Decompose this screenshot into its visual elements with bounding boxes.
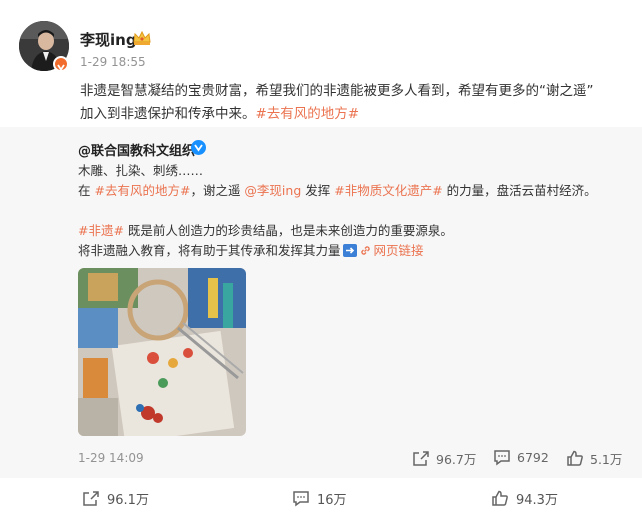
repost-line3-text: 既是前人创造力的珍贵结晶，也是未来创造力的重要源泉。	[123, 223, 453, 238]
repost-comment-value: 6792	[517, 450, 549, 465]
repost-share-value: 96.7万	[436, 452, 477, 467]
share-icon	[412, 450, 430, 467]
mention-link[interactable]: @李现ing	[244, 183, 301, 198]
repost-like-value: 5.1万	[590, 452, 623, 467]
share-button[interactable]: 96.1万	[82, 489, 149, 508]
hashtag-link[interactable]: #非物质文化遗产#	[334, 183, 442, 198]
like-icon	[566, 450, 584, 467]
web-link[interactable]: 网页链接	[360, 243, 424, 258]
repost-line4: 将非遗融入教育，将有助于其传承和发挥其力量 网页链接	[78, 240, 424, 260]
verified-badge-icon	[53, 56, 69, 72]
hashtag-link[interactable]: #非遗#	[78, 223, 124, 238]
vip-crown-icon	[132, 30, 152, 46]
repost-line2-d: 的力量，盘活云苗村经济。	[442, 183, 597, 198]
repost-time[interactable]: 1-29 14:09	[78, 451, 144, 465]
comment-icon	[493, 449, 511, 466]
post-text-line1: 非遗是智慧凝结的宝贵财富，希望我们的非遗能被更多人看到，希望有更多的“谢之遥”	[80, 83, 594, 99]
like-count: 94.3万	[516, 493, 558, 508]
repost-photo[interactable]	[78, 268, 246, 436]
author-name[interactable]: 李现ing	[80, 29, 137, 50]
weibo-post-card: 李现ing 1-29 18:55 非遗是智慧凝结的宝贵财富，希望我们的非遗能被更…	[0, 0, 642, 522]
hashtag-link[interactable]: #去有风的地方#	[94, 183, 190, 198]
repost-share-count[interactable]: 96.7万	[412, 449, 476, 468]
comment-count: 16万	[317, 493, 347, 508]
repost-like-count[interactable]: 5.1万	[566, 449, 622, 468]
post-text: 非遗是智慧凝结的宝贵财富，希望我们的非遗能被更多人看到，希望有更多的“谢之遥” …	[80, 80, 628, 126]
comment-icon	[292, 490, 310, 507]
post-text-line2: 加入到非遗保护和传承中来。#去有风的地方#	[80, 103, 628, 126]
link-icon	[360, 244, 371, 259]
repost-line2: 在 #去有风的地方#，谢之遥 @李现ing 发挥 #非物质文化遗产# 的力量，盘…	[78, 180, 597, 199]
repost-line2-b: ，谢之遥	[190, 183, 245, 198]
hashtag-link[interactable]: #去有风的地方#	[256, 106, 360, 122]
post-time[interactable]: 1-29 18:55	[80, 55, 146, 69]
repost-line1: 木雕、扎染、刺绣……	[78, 163, 204, 178]
share-count: 96.1万	[107, 493, 149, 508]
original-author[interactable]: @联合国教科文组织	[78, 140, 195, 159]
repost-comment-count[interactable]: 6792	[493, 449, 549, 466]
blue-verified-icon	[191, 140, 206, 155]
repost-line2-c: 发挥	[301, 183, 335, 198]
share-icon	[82, 490, 100, 507]
arrow-emoji-icon	[342, 244, 357, 260]
repost-line3: #非遗# 既是前人创造力的珍贵结晶，也是未来创造力的重要源泉。	[78, 220, 453, 239]
like-button[interactable]: 94.3万	[491, 489, 558, 508]
repost-line2-a: 在	[78, 183, 95, 198]
repost-line4-text: 将非遗融入教育，将有助于其传承和发挥其力量	[78, 243, 341, 258]
post-text-line2-prefix: 加入到非遗保护和传承中来。	[80, 106, 256, 122]
comment-button[interactable]: 16万	[292, 489, 347, 508]
web-link-label: 网页链接	[373, 243, 424, 258]
like-icon	[491, 490, 509, 507]
